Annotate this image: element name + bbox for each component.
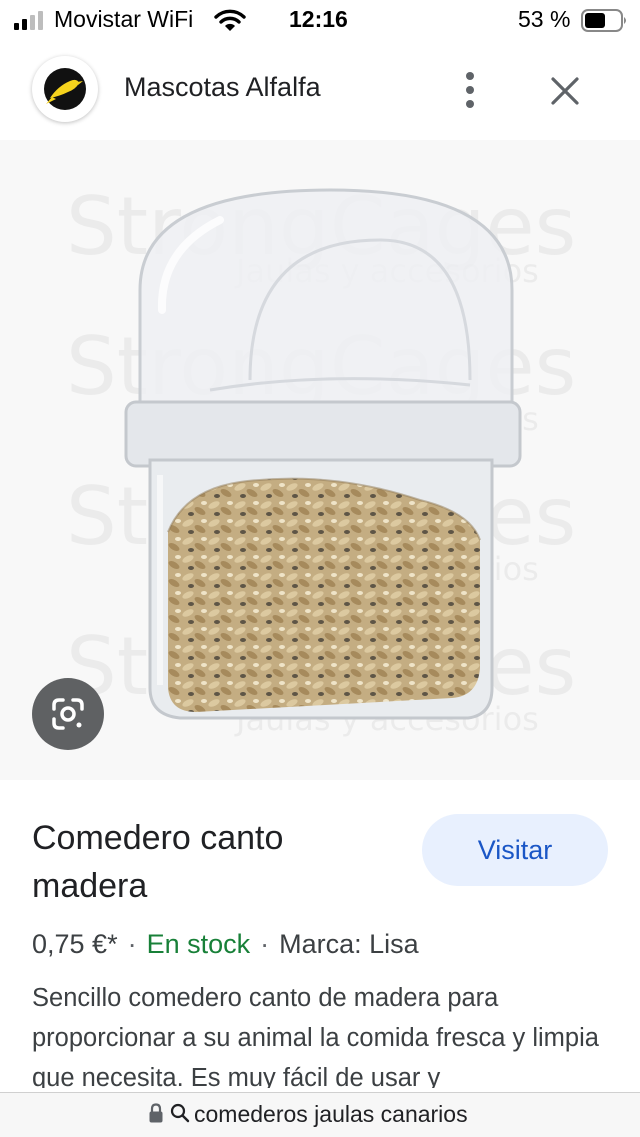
close-icon[interactable] <box>548 74 582 108</box>
more-vert-icon[interactable] <box>458 70 482 110</box>
product-description: Sencillo comedero canto de madera para p… <box>32 984 599 1088</box>
search-icon <box>170 1103 190 1123</box>
url-text[interactable]: comederos jaulas canarios <box>194 1101 468 1128</box>
product-price: 0,75 €* <box>32 929 118 959</box>
visit-button[interactable]: Visitar <box>422 814 608 886</box>
canary-logo <box>44 68 86 110</box>
product-title: Comedero canto madera <box>32 819 284 905</box>
separator-dot: · <box>127 929 137 959</box>
product-meta: 0,75 €* · En stock · Marca: Lisa <box>32 929 419 960</box>
product-brand: Marca: Lisa <box>279 929 419 959</box>
site-name: Mascotas Alfalfa <box>124 72 321 102</box>
google-lens-icon <box>52 698 84 730</box>
stock-status: En stock <box>146 929 251 959</box>
cellular-signal-icon <box>14 0 48 40</box>
wifi-icon <box>214 9 246 31</box>
status-time: 12:16 <box>289 6 348 32</box>
separator-dot: · <box>260 929 270 959</box>
lens-button[interactable] <box>32 678 104 750</box>
carrier-name: Movistar WiFi <box>54 6 194 32</box>
battery-icon <box>581 9 626 32</box>
lock-icon <box>149 1103 163 1123</box>
site-logo[interactable] <box>32 56 98 122</box>
battery-percent: 53 % <box>518 6 571 32</box>
